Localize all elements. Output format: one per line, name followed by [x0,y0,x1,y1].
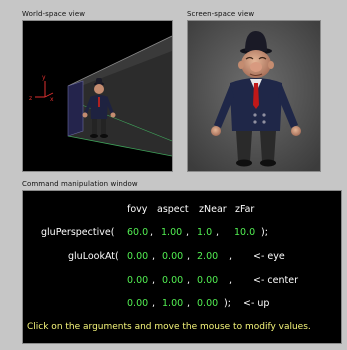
perspective-close: ); [261,227,268,238]
screen-view-label: Screen-space view [187,10,255,18]
center-trail: , [229,275,233,286]
eye-sep-1: , [152,251,156,262]
eye-z-value[interactable]: 2.00 [197,251,218,262]
up-trail: ); [224,298,231,309]
znear-value[interactable]: 1.0 [197,227,212,238]
center-label: <- center [253,275,298,286]
svg-text:z: z [29,95,32,102]
zfar-value[interactable]: 10.0 [234,227,255,238]
header-zfar: zFar [235,204,255,215]
up-label: <- up [243,298,270,309]
center-sep-1: , [152,275,156,286]
center-y-value[interactable]: 0.00 [162,275,183,286]
center-z-value[interactable]: 0.00 [197,275,218,286]
glu-perspective-label: gluPerspective( [41,227,115,238]
command-window-label: Command manipulation window [22,180,138,188]
header-fovy: fovy [127,204,148,215]
svg-text:y: y [42,74,46,81]
perspective-sep-3: , [216,227,220,238]
command-manipulation-window: fovy aspect zNear zFar gluPerspective( 6… [22,190,342,344]
header-znear: zNear [199,204,227,215]
center-sep-2: , [187,275,191,286]
perspective-sep-2: , [186,227,190,238]
up-x-value[interactable]: 0.00 [127,298,148,309]
up-sep-2: , [187,298,191,309]
eye-sep-2: , [187,251,191,262]
up-y-value[interactable]: 1.00 [162,298,183,309]
world-view-label: World-space view [22,10,86,18]
aspect-value[interactable]: 1.00 [161,227,182,238]
glu-lookat-label: gluLookAt( [68,251,119,262]
up-z-value[interactable]: 0.00 [197,298,218,309]
perspective-sep-1: , [150,227,154,238]
screen-space-viewport[interactable] [187,20,321,172]
eye-y-value[interactable]: 0.00 [162,251,183,262]
world-scene-svg: y z x [29,35,172,157]
screen-scene-svg [188,21,320,171]
world-space-viewport[interactable]: y z x [22,20,173,172]
instructions-text: Click on the arguments and move the mous… [27,322,311,332]
near-plane [67,80,84,137]
center-x-value[interactable]: 0.00 [127,275,148,286]
header-aspect: aspect [157,204,189,215]
axis-gizmo: y z x [29,74,54,103]
eye-trail: , [229,251,233,262]
eye-label: <- eye [253,251,285,262]
fovy-value[interactable]: 60.0 [127,227,148,238]
up-sep-1: , [152,298,156,309]
eye-x-value[interactable]: 0.00 [127,251,148,262]
svg-text:x: x [50,96,54,103]
